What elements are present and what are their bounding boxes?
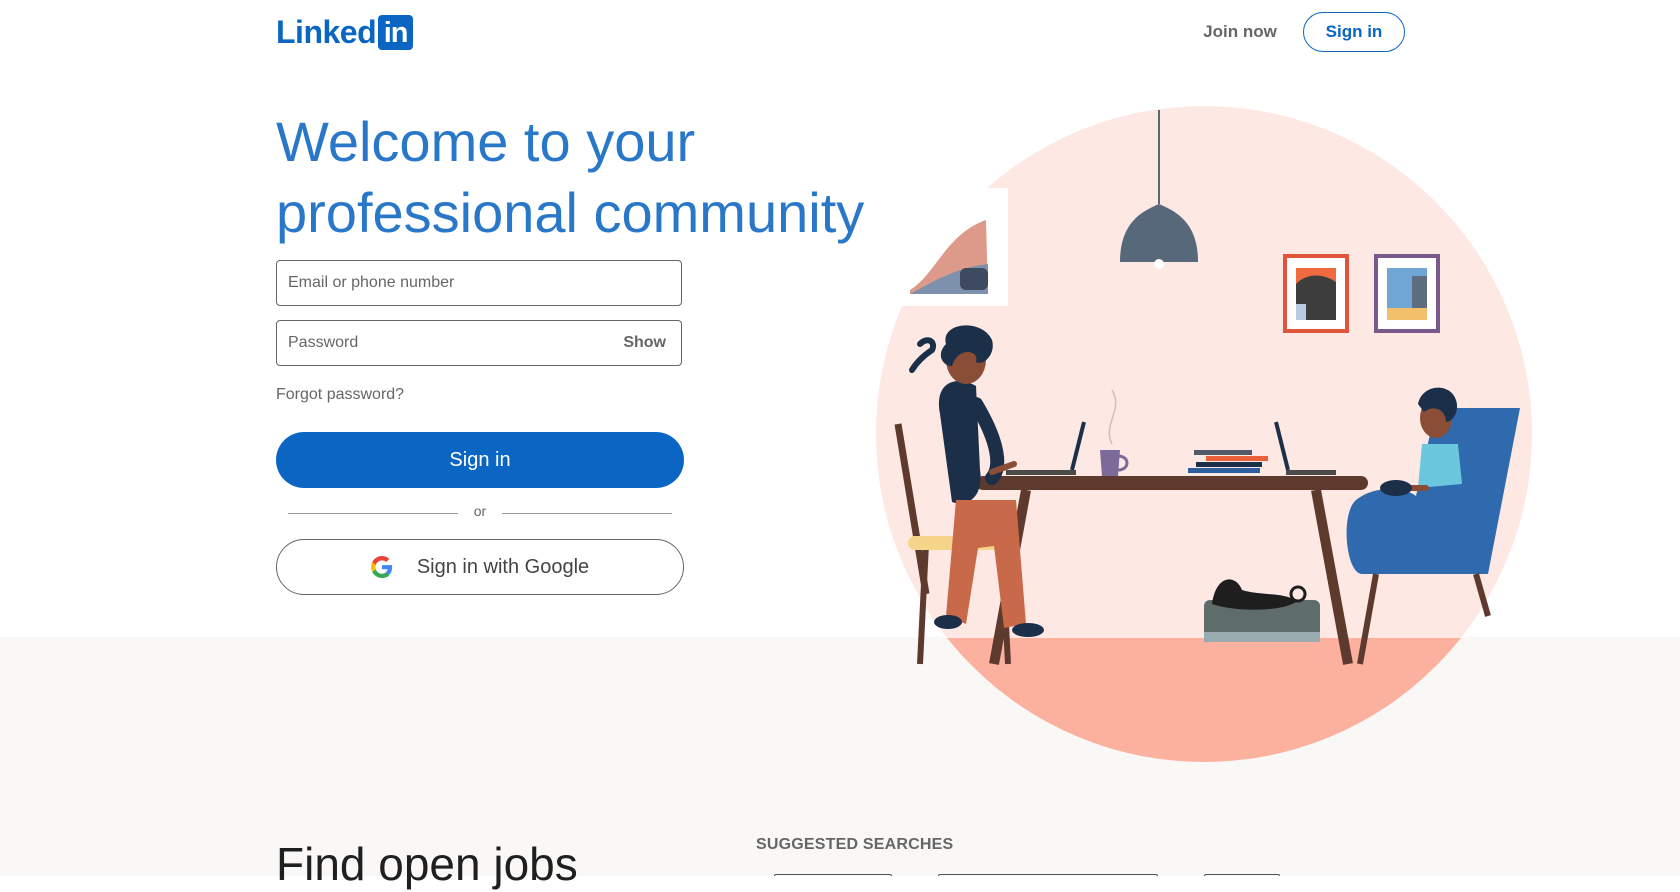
password-field[interactable]: Show xyxy=(276,320,682,366)
sign-in-button[interactable]: Sign in xyxy=(276,432,684,488)
linkedin-logo[interactable]: Linked in xyxy=(276,14,414,50)
join-now-link[interactable]: Join now xyxy=(1190,12,1290,52)
forgot-password-link[interactable]: Forgot password? xyxy=(276,386,404,404)
header-sign-in-button[interactable]: Sign in xyxy=(1303,12,1405,52)
email-input[interactable] xyxy=(277,261,681,305)
email-field[interactable] xyxy=(276,260,682,306)
logo-in-box: in xyxy=(378,15,414,50)
password-input[interactable] xyxy=(277,321,681,365)
find-open-jobs-heading: Find open jobs xyxy=(276,838,578,890)
divider-or-text: or xyxy=(473,503,487,519)
people-working-at-table-illustration xyxy=(876,106,1532,762)
sign-in-with-google-button[interactable]: Sign in with Google xyxy=(276,539,684,595)
divider-line-right xyxy=(502,513,672,514)
show-password-button[interactable]: Show xyxy=(623,321,666,365)
logo-in-text: in xyxy=(383,17,409,49)
google-button-label: Sign in with Google xyxy=(416,555,590,578)
google-g-icon xyxy=(370,556,393,578)
suggested-searches-label: SUGGESTED SEARCHES xyxy=(756,836,954,853)
divider-line-left xyxy=(288,513,458,514)
logo-wordmark: Linked xyxy=(276,14,377,50)
hero-title: Welcome to your professional community xyxy=(276,110,865,244)
